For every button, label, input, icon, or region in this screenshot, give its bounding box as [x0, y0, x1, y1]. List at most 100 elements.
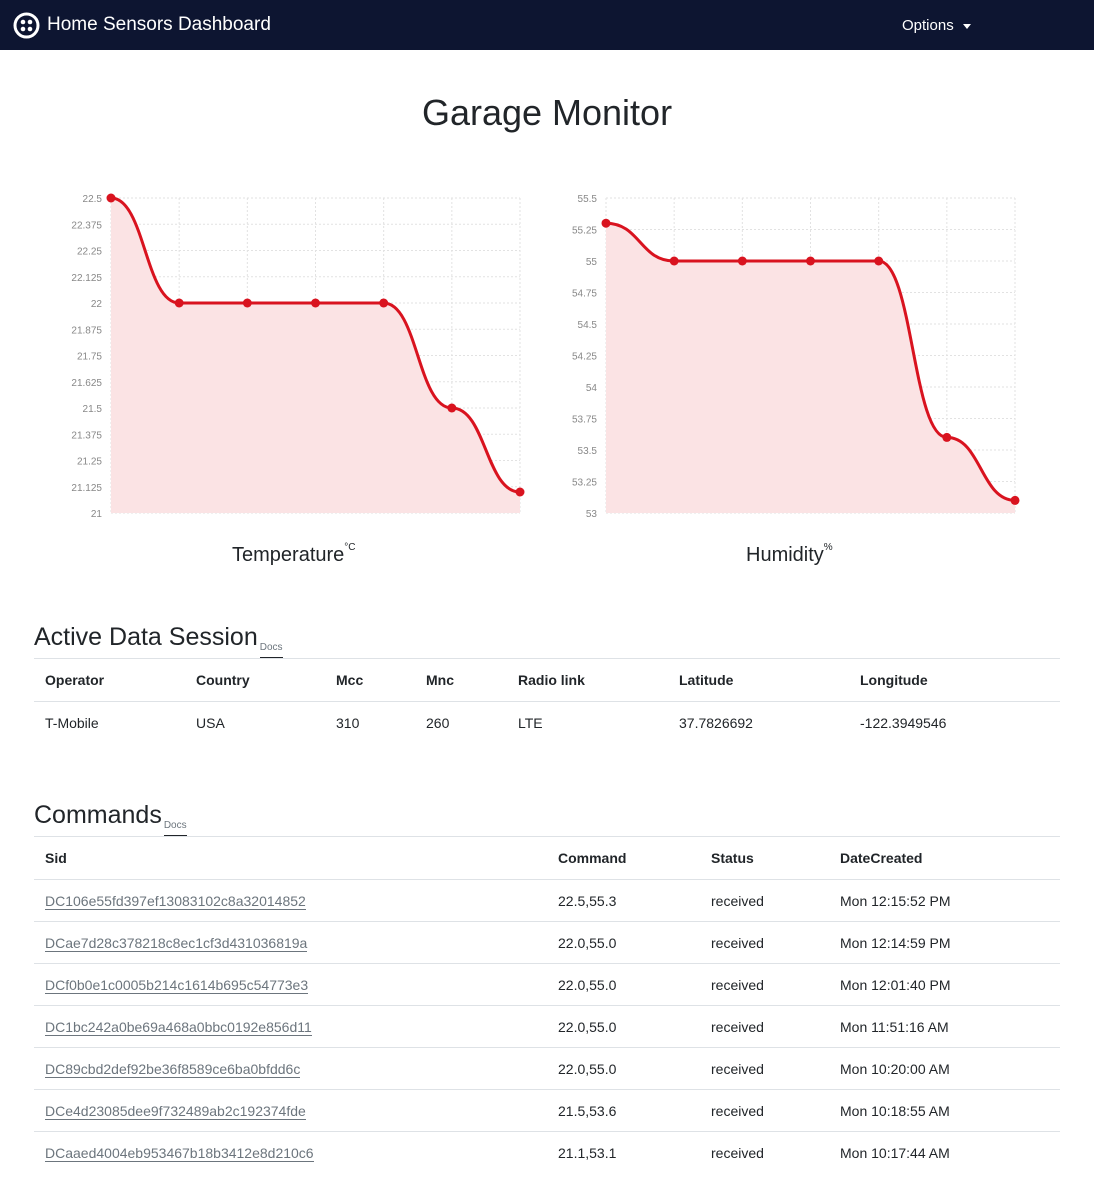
- country-value: USA: [185, 701, 325, 743]
- temperature-y-tick-label: 21.25: [77, 457, 102, 468]
- command-value: 22.0,55.0: [547, 1047, 700, 1090]
- sid-link[interactable]: DC106e55fd397ef13083102c8a32014852: [45, 892, 306, 910]
- page-title: Garage Monitor: [421, 92, 673, 133]
- temperature-y-tick-label: 21: [91, 509, 103, 520]
- table-row: DCae7d28c378218c8ec1cf3d431036819a 22.0,…: [34, 921, 1060, 964]
- status-value: received: [700, 963, 829, 1006]
- humidity-y-tick-label: 53.25: [572, 478, 597, 489]
- sid-link[interactable]: DCf0b0e1c0005b214c1614b695c54773e3: [45, 976, 309, 994]
- table-row: DCaaed4004eb953467b18b3412e8d210c6 21.1,…: [34, 1131, 1060, 1173]
- temperature-y-tick-label: 22.5: [83, 194, 103, 205]
- humidity-data-point: [737, 256, 747, 266]
- humidity-unit: %: [823, 542, 833, 553]
- charts-area: 22.5 22.375 22.25 22.125 22 21.875 21.75 21.625…: [71, 193, 1020, 520]
- command-value: 21.1,53.1: [547, 1131, 700, 1173]
- temperature-data-point: [174, 298, 184, 308]
- app-title: Home Sensors Dashboard: [47, 14, 271, 35]
- humidity-y-tick-label: 54.25: [572, 352, 597, 363]
- status-value: received: [700, 1047, 829, 1090]
- table-row: DC1bc242a0be69a468a0bbc0192e856d11 22.0,…: [34, 1005, 1060, 1048]
- commands-docs-link[interactable]: Docs: [163, 819, 187, 836]
- session-row: T-Mobile USA 310 260 LTE 37.7826692 -122…: [34, 701, 1060, 743]
- commands-heading-row: Commands Docs: [34, 800, 187, 836]
- humidity-y-tick-label: 54.5: [578, 320, 598, 331]
- temperature-data-point: [379, 298, 389, 308]
- status-value: received: [700, 921, 829, 964]
- brand[interactable]: Home Sensors Dashboard: [13, 12, 271, 39]
- humidity-y-tick-label: 54: [586, 383, 598, 394]
- humidity-y-tick-label: 53.75: [572, 415, 597, 426]
- humidity-data-point: [601, 218, 611, 228]
- command-value: 22.0,55.0: [547, 963, 700, 1006]
- date-value: Mon 10:20:00 AM: [829, 1047, 1060, 1090]
- col-longitude: Longitude: [849, 658, 1060, 702]
- temperature-y-tick-label: 22.125: [71, 273, 102, 284]
- command-value: 22.0,55.0: [547, 921, 700, 964]
- temperature-data-point: [311, 298, 320, 308]
- temperature-data-point: [242, 298, 252, 308]
- caret-down-icon: [962, 23, 971, 29]
- radio-link-value: LTE: [507, 701, 668, 743]
- temperature-unit: °C: [344, 542, 356, 553]
- humidity-caption: Humidity%: [746, 542, 833, 567]
- temperature-y-tick-label: 21.875: [71, 325, 102, 336]
- col-operator: Operator: [34, 658, 185, 702]
- temperature-data-point: [515, 487, 525, 497]
- command-value: 21.5,53.6: [547, 1089, 700, 1132]
- status-value: received: [700, 879, 829, 922]
- humidity-title: Humidity: [746, 544, 824, 566]
- humidity-y-tick-label: 53: [586, 509, 598, 520]
- date-value: Mon 10:18:55 AM: [829, 1089, 1060, 1132]
- session-table: Operator Country Mcc Mnc Radio link Lati…: [34, 658, 1060, 743]
- command-value: 22.5,55.3: [547, 879, 700, 922]
- col-status: Status: [700, 836, 829, 880]
- status-value: received: [700, 1089, 829, 1132]
- table-row: DC89cbd2def92be36f8589ce6ba0bfdd6c 22.0,…: [34, 1047, 1060, 1090]
- temperature-y-tick-label: 21.5: [83, 404, 103, 415]
- humidity-data-point: [806, 256, 815, 266]
- humidity-data-point: [942, 432, 952, 442]
- session-heading: Active Data Session: [34, 623, 258, 651]
- date-value: Mon 12:01:40 PM: [829, 963, 1060, 1006]
- date-value: Mon 11:51:16 AM: [829, 1005, 1060, 1048]
- col-radio-link: Radio link: [507, 658, 668, 702]
- twilio-logo-icon: [13, 12, 40, 38]
- humidity-data-point: [669, 256, 679, 266]
- temperature-y-tick-label: 21.75: [77, 352, 102, 363]
- latitude-value: 37.7826692: [668, 701, 849, 743]
- sid-link[interactable]: DC1bc242a0be69a468a0bbc0192e856d11: [45, 1018, 312, 1036]
- mnc-value: 260: [415, 701, 507, 743]
- sid-link[interactable]: DC89cbd2def92be36f8589ce6ba0bfdd6c: [45, 1060, 301, 1078]
- temperature-y-tick-label: 21.625: [71, 378, 102, 389]
- sid-link[interactable]: DCe4d23085dee9f732489ab2c192374fde: [45, 1102, 306, 1120]
- session-docs-link[interactable]: Docs: [259, 641, 283, 658]
- col-mnc: Mnc: [415, 658, 507, 702]
- options-dropdown[interactable]: Options: [902, 0, 971, 50]
- table-row: DCe4d23085dee9f732489ab2c192374fde 21.5,…: [34, 1089, 1060, 1132]
- top-navbar: Home Sensors Dashboard Options: [0, 0, 1094, 50]
- humidity-data-point: [1010, 495, 1020, 505]
- temperature-data-point: [447, 403, 457, 413]
- temperature-y-tick-label: 21.125: [71, 483, 102, 494]
- operator-value: T-Mobile: [34, 701, 185, 743]
- temperature-y-tick-label: 22.25: [77, 247, 102, 258]
- temperature-data-point: [106, 193, 116, 203]
- sid-link[interactable]: DCaaed4004eb953467b18b3412e8d210c6: [45, 1144, 314, 1162]
- temperature-y-tick-label: 22.375: [71, 220, 102, 231]
- humidity-y-tick-label: 54.75: [572, 289, 597, 300]
- commands-header-row: Sid Command Status DateCreated: [34, 836, 1060, 880]
- status-value: received: [700, 1005, 829, 1048]
- humidity-y-tick-label: 55.5: [578, 194, 598, 205]
- sid-link[interactable]: DCae7d28c378218c8ec1cf3d431036819a: [45, 934, 308, 952]
- date-value: Mon 12:14:59 PM: [829, 921, 1060, 964]
- col-latitude: Latitude: [668, 658, 849, 702]
- col-mcc: Mcc: [325, 658, 415, 702]
- humidity-data-point: [874, 256, 884, 266]
- humidity-y-tick-label: 55.25: [572, 226, 597, 237]
- col-command: Command: [547, 836, 700, 880]
- temperature-title: Temperature: [232, 544, 345, 566]
- col-country: Country: [185, 658, 325, 702]
- commands-table: Sid Command Status DateCreated DC106e55f…: [34, 836, 1060, 1173]
- table-row: DCf0b0e1c0005b214c1614b695c54773e3 22.0,…: [34, 963, 1060, 1006]
- command-value: 22.0,55.0: [547, 1005, 700, 1048]
